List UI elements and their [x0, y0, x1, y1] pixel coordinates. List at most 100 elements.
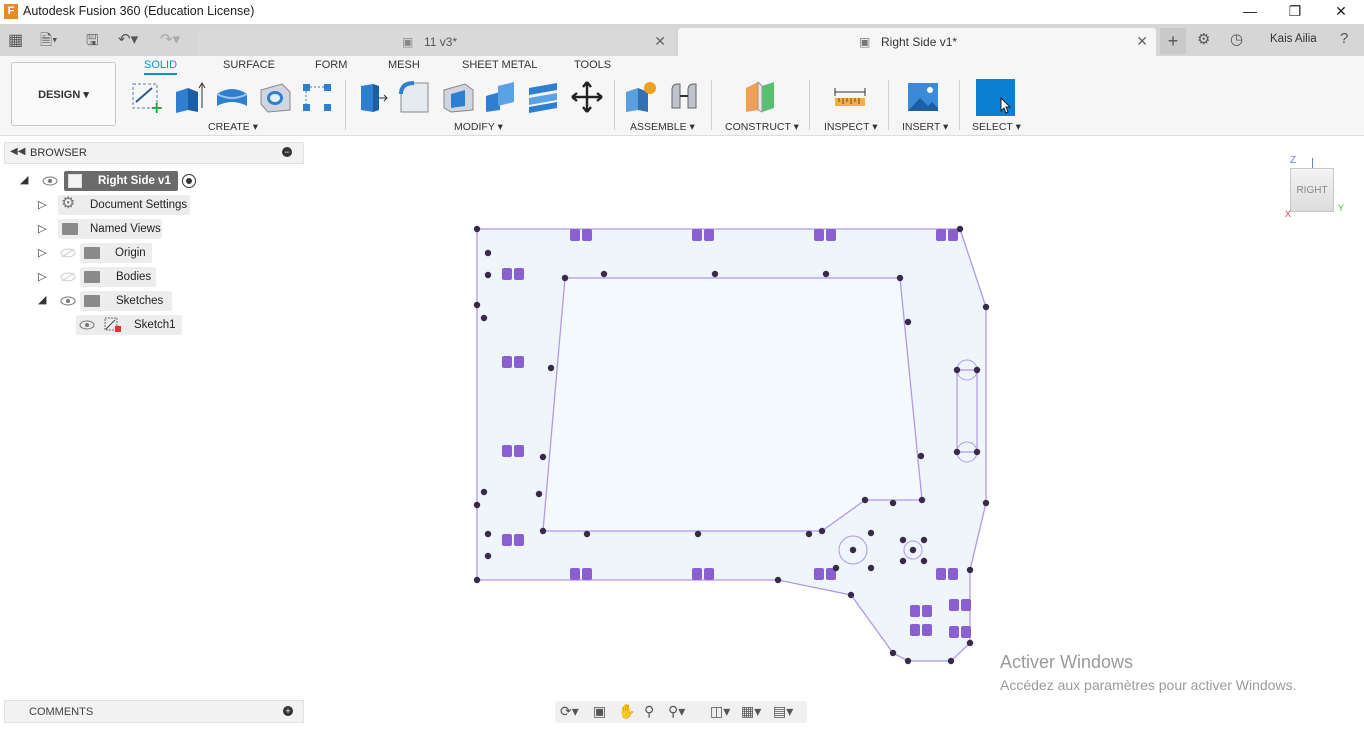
constraint-glyph: [936, 229, 946, 241]
sketch-point[interactable]: [982, 499, 990, 507]
sketch-point[interactable]: [904, 318, 912, 326]
sketch-point[interactable]: [889, 499, 897, 507]
display-settings-icon[interactable]: ◫▾: [710, 703, 730, 720]
sketch-point[interactable]: [473, 576, 481, 584]
constraint-glyph: [922, 605, 932, 617]
sketch-point[interactable]: [973, 448, 981, 456]
sketch-point[interactable]: [818, 527, 826, 535]
sketch-point[interactable]: [600, 270, 608, 278]
zoom-icon[interactable]: ⚲: [644, 703, 654, 720]
axis-x-label: X: [1285, 209, 1292, 219]
grid-icon[interactable]: ▦▾: [741, 703, 761, 720]
sketch-point[interactable]: [484, 530, 492, 538]
sketch-point[interactable]: [484, 271, 492, 279]
sketch-point[interactable]: [711, 270, 719, 278]
sketch-point[interactable]: [484, 249, 492, 257]
sketch-point[interactable]: [547, 364, 555, 372]
constraint-glyph: [814, 568, 824, 580]
constraint-glyph: [948, 568, 958, 580]
constraint-glyph: [936, 568, 946, 580]
sketch-point[interactable]: [774, 576, 782, 584]
sketch-point[interactable]: [889, 649, 897, 657]
sketch-point[interactable]: [904, 657, 912, 665]
sketch-point[interactable]: [966, 639, 974, 647]
constraint-glyph: [514, 534, 524, 546]
sketch-point[interactable]: [473, 225, 481, 233]
constraint-glyph: [514, 445, 524, 457]
sketch-point[interactable]: [982, 303, 990, 311]
constraint-glyph: [948, 229, 958, 241]
sketch-point[interactable]: [953, 448, 961, 456]
sketch-point[interactable]: [832, 564, 840, 572]
constraint-glyph: [692, 229, 702, 241]
comments-panel[interactable]: COMMENTS +: [4, 700, 304, 723]
navigation-bar: ⟳▾ ▣ ✋ ⚲ ⚲▾ ◫▾ ▦▾ ▤▾: [555, 701, 807, 723]
view-cube-label: RIGHT: [1296, 185, 1328, 196]
sketch-point[interactable]: [899, 557, 907, 565]
sketch-point[interactable]: [805, 530, 813, 538]
sketch-point[interactable]: [896, 274, 904, 282]
fit-icon[interactable]: ⚲▾: [668, 703, 685, 720]
constraint-glyph: [570, 568, 580, 580]
sketch-point[interactable]: [847, 591, 855, 599]
sketch-point[interactable]: [956, 225, 964, 233]
sketch-point[interactable]: [917, 452, 925, 460]
constraint-glyph: [570, 229, 580, 241]
add-comment-icon[interactable]: +: [283, 706, 293, 716]
sketch-point[interactable]: [867, 564, 875, 572]
constraint-glyph: [704, 568, 714, 580]
sketch-point[interactable]: [694, 530, 702, 538]
sketch-point[interactable]: [861, 496, 869, 504]
constraint-glyph: [826, 229, 836, 241]
view-cube-face[interactable]: RIGHT: [1290, 168, 1334, 212]
look-at-icon[interactable]: ▣: [593, 703, 606, 720]
viewports-icon[interactable]: ▤▾: [773, 703, 793, 720]
comments-title: COMMENTS: [29, 706, 94, 718]
sketch-point[interactable]: [918, 496, 926, 504]
sketch-point[interactable]: [953, 366, 961, 374]
axis-z-label: Z: [1290, 155, 1297, 166]
constraint-glyph: [582, 568, 592, 580]
constraint-glyph: [514, 356, 524, 368]
sketch-point[interactable]: [867, 529, 875, 537]
sketch-point[interactable]: [583, 530, 591, 538]
constraint-glyph: [502, 356, 512, 368]
pan-icon[interactable]: ✋: [618, 703, 635, 720]
constraint-glyph: [502, 445, 512, 457]
sketch-point[interactable]: [966, 566, 974, 574]
constraint-glyph: [949, 626, 959, 638]
sketch-point[interactable]: [909, 546, 917, 554]
sketch-point[interactable]: [539, 453, 547, 461]
constraint-glyph: [961, 599, 971, 611]
sketch-point[interactable]: [920, 536, 928, 544]
axis-y-label: Y: [1338, 203, 1345, 213]
sketch-point[interactable]: [973, 366, 981, 374]
sketch-point[interactable]: [822, 270, 830, 278]
constraint-glyph: [814, 229, 824, 241]
orbit-icon[interactable]: ⟳▾: [560, 703, 579, 720]
sketch-point[interactable]: [561, 274, 569, 282]
constraint-glyph: [692, 568, 702, 580]
constraint-glyph: [910, 624, 920, 636]
constraint-glyph: [704, 229, 714, 241]
sketch-point[interactable]: [535, 490, 543, 498]
sketch-point[interactable]: [920, 557, 928, 565]
constraint-glyph: [922, 624, 932, 636]
sketch-point[interactable]: [849, 546, 857, 554]
constraint-glyph: [582, 229, 592, 241]
sketch-point[interactable]: [473, 301, 481, 309]
sketch-point[interactable]: [539, 527, 547, 535]
sketch-point[interactable]: [947, 657, 955, 665]
constraint-glyph: [502, 268, 512, 280]
constraint-glyph: [910, 605, 920, 617]
constraint-glyph: [502, 534, 512, 546]
sketch-point[interactable]: [484, 552, 492, 560]
sketch-point[interactable]: [480, 314, 488, 322]
sketch-point[interactable]: [473, 501, 481, 509]
constraint-glyph: [949, 599, 959, 611]
sketch-point[interactable]: [480, 488, 488, 496]
activation-watermark-text: Accédez aux paramètres pour activer Wind…: [1000, 677, 1297, 693]
sketch-point[interactable]: [899, 536, 907, 544]
sketch-profile[interactable]: [476, 228, 987, 662]
sketch-canvas[interactable]: [0, 0, 1364, 729]
